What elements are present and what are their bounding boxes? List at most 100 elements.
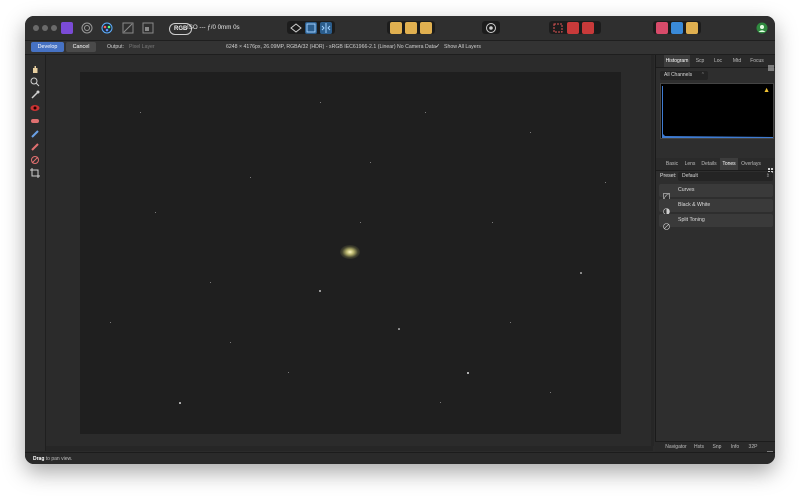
curves-adjustment[interactable]: Curves: [659, 184, 773, 200]
erase-icon[interactable]: [567, 22, 579, 34]
tab-tones[interactable]: Tones: [720, 158, 738, 170]
show-all-layers-checkbox[interactable]: ✓: [435, 44, 441, 50]
quick-mask-icon[interactable]: [485, 22, 497, 34]
develop-panel-menu-icon[interactable]: [768, 161, 774, 173]
output-label: Output:: [107, 44, 125, 50]
black-white-label: Black & White: [678, 202, 711, 208]
black-white-icon: [663, 202, 670, 215]
view-tool-icon[interactable]: [30, 61, 40, 73]
channels-value: All Channels: [664, 72, 693, 78]
develop-tabs: Basic Lens Details Tones Overlays: [656, 158, 775, 173]
panel-menu-icon[interactable]: [768, 58, 774, 71]
assistant-group: [387, 21, 435, 34]
assistant-icon[interactable]: [390, 22, 402, 34]
warning-icon[interactable]: ▲: [763, 87, 770, 94]
preset-value: Default: [682, 173, 698, 179]
color-mode-icon[interactable]: [656, 22, 668, 34]
develop-button[interactable]: Develop: [31, 42, 64, 52]
star: [360, 222, 361, 223]
split-toning-adjustment[interactable]: Split Toning: [659, 214, 773, 230]
tab-focus[interactable]: Focus: [748, 55, 766, 67]
horizontal-scrollbar[interactable]: [46, 446, 653, 451]
star: [179, 402, 181, 404]
erase-brush-tool-icon[interactable]: [30, 139, 40, 151]
color-tools-group: [653, 21, 701, 34]
galaxy-core: [340, 245, 360, 259]
liquify-persona-icon[interactable]: [81, 22, 93, 34]
black-white-adjustment[interactable]: Black & White: [659, 199, 773, 215]
star: [530, 132, 531, 133]
tone-mapping-persona-icon[interactable]: [122, 22, 134, 34]
star: [155, 212, 156, 213]
zoom-tool-icon[interactable]: [30, 74, 40, 87]
selection-icon[interactable]: [552, 22, 564, 34]
star: [605, 182, 606, 183]
crop-tool-icon[interactable]: [30, 165, 40, 178]
order-icon[interactable]: [420, 22, 432, 34]
snapping-icon[interactable]: [405, 22, 417, 34]
preset-label: Preset:: [660, 173, 677, 179]
red-eye-tool-icon[interactable]: [30, 100, 40, 111]
star: [140, 112, 141, 113]
status-hint: Drag to pan view.: [33, 453, 72, 464]
cancel-button[interactable]: Cancel: [66, 42, 96, 52]
tab-metadata[interactable]: Mtd: [728, 55, 746, 67]
zoom-window-button[interactable]: [51, 25, 57, 31]
mirror-view-icon[interactable]: [320, 22, 332, 34]
show-all-layers-label: Show All Layers: [444, 44, 481, 50]
star: [370, 162, 371, 163]
tab-overlays[interactable]: Overlays: [739, 158, 763, 170]
status-hint-bold: Drag: [33, 456, 45, 462]
tab-lens[interactable]: Lens: [682, 158, 698, 170]
photo-persona-icon[interactable]: [61, 22, 73, 34]
white-balance-tool-icon[interactable]: [30, 87, 40, 99]
white-balance-icon[interactable]: [671, 22, 683, 34]
gradient-tool-icon[interactable]: [30, 152, 40, 164]
blemish-removal-tool-icon[interactable]: [30, 113, 40, 123]
brush-tool-icon[interactable]: [30, 126, 40, 138]
star: [210, 282, 211, 283]
image-info: 6248 × 4176px, 26.09MP, RGBA/32 (HDR) - …: [226, 44, 396, 50]
star: [230, 342, 231, 343]
red-eye-icon[interactable]: [582, 22, 594, 34]
view-mode-group: [287, 21, 335, 34]
account-icon[interactable]: [756, 22, 768, 34]
vertical-scrollbar[interactable]: [651, 55, 654, 446]
star: [288, 372, 289, 373]
star: [492, 222, 493, 223]
astrophoto-image[interactable]: [80, 72, 621, 434]
tab-location[interactable]: Loc: [710, 55, 726, 67]
compare-icon[interactable]: [686, 22, 698, 34]
exposure-info: ISO --- ƒ/0 0mm 0s: [187, 24, 240, 31]
minimize-window-button[interactable]: [42, 25, 48, 31]
curves-icon: [663, 187, 670, 200]
tab-details[interactable]: Details: [699, 158, 719, 170]
channels-select[interactable]: All Channels ⌃: [660, 71, 708, 80]
star: [110, 322, 111, 323]
show-clipped-tones-icon[interactable]: [290, 22, 302, 34]
tab-basic[interactable]: Basic: [664, 158, 680, 170]
output-select[interactable]: Pixel Layer: [129, 42, 155, 53]
close-window-button[interactable]: [33, 25, 39, 31]
tools-panel: [25, 55, 46, 451]
star: [440, 402, 441, 403]
quick-mask-group: [482, 21, 500, 34]
status-bar: Drag to pan view.: [25, 452, 775, 464]
bottom-panel-menu-icon[interactable]: [767, 444, 773, 457]
status-hint-rest: to pan view.: [44, 456, 73, 462]
canvas-area[interactable]: [46, 55, 653, 451]
histogram-tabs: Histogram Scp Loc Mtd Focus: [656, 55, 775, 71]
right-panel: Histogram Scp Loc Mtd Focus All Channels…: [655, 55, 775, 451]
star: [319, 290, 321, 292]
tab-scope[interactable]: Scp: [692, 55, 708, 67]
split-view-icon[interactable]: [305, 22, 317, 34]
chevron-updown-icon: ⇕: [765, 173, 770, 179]
tab-histogram[interactable]: Histogram: [664, 55, 690, 67]
export-persona-icon[interactable]: [142, 22, 154, 34]
preset-select[interactable]: Default ⇕: [678, 172, 773, 181]
context-toolbar: Develop Cancel Output: Pixel Layer 6248 …: [25, 41, 775, 55]
split-toning-icon: [663, 217, 670, 230]
curves-label: Curves: [678, 187, 695, 193]
split-toning-label: Split Toning: [678, 217, 705, 223]
develop-persona-icon[interactable]: [101, 22, 113, 34]
